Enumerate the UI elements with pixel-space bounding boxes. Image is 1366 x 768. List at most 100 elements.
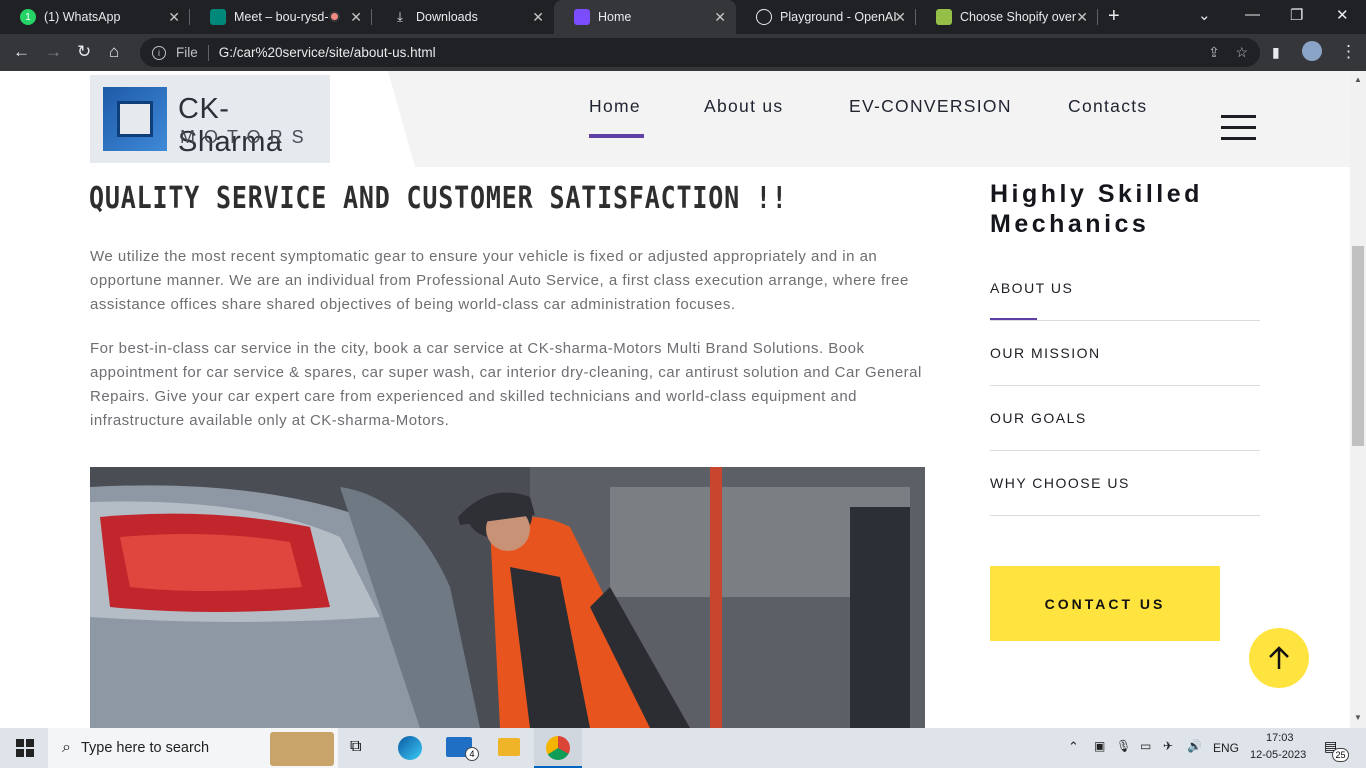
- scroll-to-top-button[interactable]: [1249, 628, 1309, 688]
- sidebar-link-our-goals[interactable]: OUR GOALS: [990, 410, 1087, 426]
- share-icon[interactable]: ⇪: [1208, 44, 1220, 60]
- nav-home[interactable]: Home: [589, 96, 641, 117]
- home-icon[interactable]: ⌂: [109, 42, 119, 62]
- logo-subtitle: MOTORS: [180, 127, 313, 147]
- side-panel-icon[interactable]: ▮: [1272, 44, 1280, 61]
- forward-icon[interactable]: →: [45, 42, 62, 62]
- windows-taskbar: ⌕ Type here to search ⧉ 4 ⌃ ▣ 🎙 ▭ ✈ 🔊 EN…: [0, 728, 1366, 768]
- nav-contacts[interactable]: Contacts: [1068, 96, 1147, 117]
- tab-shopify[interactable]: Choose Shopify over ✕: [916, 0, 1098, 34]
- browser-tab-strip: 1 (1) WhatsApp ✕ Meet – bou-rysd- ✕ ⤓ Do…: [0, 0, 1366, 34]
- menu-kebab-icon[interactable]: ⋮: [1340, 42, 1357, 62]
- close-icon[interactable]: ✕: [350, 9, 362, 26]
- nav-about-us[interactable]: About us: [704, 96, 783, 117]
- hamburger-menu-icon[interactable]: [1221, 115, 1256, 141]
- tab-title: Choose Shopify over: [960, 10, 1077, 24]
- task-view-icon[interactable]: ⧉: [350, 738, 361, 756]
- mail-badge: 4: [465, 747, 479, 761]
- shopify-icon: [936, 9, 952, 25]
- tab-title: (1) WhatsApp: [44, 10, 121, 24]
- page-title: QUALITY SERVICE AND CUSTOMER SATISFACTIO…: [89, 181, 788, 216]
- tab-whatsapp[interactable]: 1 (1) WhatsApp ✕: [0, 0, 190, 34]
- nav-ev-conversion[interactable]: EV-CONVERSION: [849, 96, 1012, 117]
- sidebar-link-why-choose-us[interactable]: WHY CHOOSE US: [990, 475, 1130, 491]
- info-icon[interactable]: i: [152, 45, 166, 60]
- tab-meet[interactable]: Meet – bou-rysd- ✕: [190, 0, 372, 34]
- arrow-up-icon: [1269, 646, 1289, 669]
- close-icon[interactable]: ✕: [168, 9, 180, 26]
- web-page: CK-Sharma MOTORS Home About us EV-CONVER…: [0, 71, 1350, 728]
- mechanic-photo: [90, 467, 925, 728]
- file-explorer-icon[interactable]: [498, 738, 520, 756]
- url-text[interactable]: G:/car%20service/site/about-us.html: [219, 45, 436, 60]
- mechanic-illustration: [90, 467, 925, 728]
- profile-avatar[interactable]: [1302, 41, 1322, 61]
- battery-icon[interactable]: ▭: [1140, 739, 1151, 753]
- close-icon[interactable]: ✕: [714, 9, 726, 26]
- tab-openai[interactable]: Playground - OpenAI ✕: [736, 0, 916, 34]
- language-indicator[interactable]: ENG: [1213, 741, 1239, 755]
- close-icon[interactable]: ✕: [894, 9, 906, 26]
- url-scheme-label: File: [176, 45, 198, 60]
- page-scrollbar[interactable]: ▲ ▼: [1350, 71, 1366, 728]
- meet-icon: [210, 9, 226, 25]
- tab-title: Home: [598, 10, 632, 24]
- scroll-up-arrow-icon[interactable]: ▲: [1354, 75, 1362, 84]
- clock-date[interactable]: 12-05-2023: [1250, 749, 1306, 761]
- reload-icon[interactable]: ↻: [77, 42, 91, 62]
- bookmark-star-icon[interactable]: ☆: [1235, 44, 1248, 60]
- address-bar[interactable]: i File G:/car%20service/site/about-us.ht…: [140, 38, 1260, 67]
- microphone-icon[interactable]: 🎙: [1116, 739, 1131, 753]
- tray-overflow-icon[interactable]: ⌃: [1068, 739, 1079, 755]
- sidebar-link-our-mission[interactable]: OUR MISSION: [990, 345, 1101, 361]
- tab-downloads[interactable]: ⤓ Downloads ✕: [372, 0, 554, 34]
- intro-paragraph: We utilize the most recent symptomatic g…: [90, 248, 909, 313]
- sidebar-title: Highly Skilled Mechanics: [990, 179, 1203, 239]
- scroll-down-arrow-icon[interactable]: ▼: [1354, 713, 1362, 722]
- notification-badge: 25: [1332, 748, 1349, 762]
- service-paragraph: For best-in-class car service in the cit…: [90, 340, 922, 429]
- meet-tray-icon[interactable]: ▣: [1094, 739, 1105, 753]
- tab-title: Playground - OpenAI: [780, 10, 897, 24]
- logo-title: CK-Sharma: [178, 93, 283, 158]
- windows-start-icon[interactable]: [16, 739, 34, 757]
- openai-icon: [756, 9, 772, 25]
- minimize-icon[interactable]: —: [1245, 6, 1260, 23]
- volume-icon[interactable]: 🔊: [1187, 739, 1202, 753]
- sidebar-link-about-us[interactable]: ABOUT US: [990, 280, 1073, 296]
- tab-home[interactable]: Home ✕: [554, 0, 736, 34]
- search-highlight-image: [270, 732, 334, 766]
- tab-search-icon[interactable]: ⌄: [1198, 6, 1211, 24]
- recording-icon: [329, 11, 340, 22]
- site-header: CK-Sharma MOTORS Home About us EV-CONVER…: [0, 71, 1350, 167]
- back-icon[interactable]: ←: [13, 42, 30, 62]
- close-icon[interactable]: ✕: [532, 9, 544, 26]
- restore-icon[interactable]: ❐: [1290, 6, 1303, 24]
- sidebar-title-line2: Mechanics: [990, 210, 1150, 238]
- browser-toolbar: ← → ↻ ⌂ i File G:/car%20service/site/abo…: [0, 34, 1366, 71]
- scrollbar-thumb[interactable]: [1352, 246, 1364, 446]
- close-window-icon[interactable]: ✕: [1336, 6, 1349, 24]
- edge-icon[interactable]: [398, 736, 422, 760]
- download-icon: ⤓: [397, 9, 403, 24]
- sidebar-title-line1: Highly Skilled: [990, 180, 1203, 208]
- chrome-icon: [546, 736, 570, 760]
- airplane-icon[interactable]: ✈: [1163, 739, 1173, 753]
- tab-title: Meet – bou-rysd-: [234, 10, 329, 24]
- taskbar-search-box[interactable]: ⌕ Type here to search: [48, 728, 338, 768]
- site-logo[interactable]: CK-Sharma MOTORS: [90, 75, 330, 163]
- contact-us-button[interactable]: CONTACT US: [990, 566, 1220, 641]
- new-tab-button[interactable]: +: [1108, 5, 1120, 28]
- search-icon: ⌕: [62, 739, 71, 756]
- chrome-taskbar-item[interactable]: [534, 728, 582, 768]
- divider: [990, 320, 1260, 321]
- divider: [990, 515, 1260, 516]
- tab-title: Downloads: [416, 10, 478, 24]
- divider: [990, 385, 1260, 386]
- divider: [990, 450, 1260, 451]
- close-icon[interactable]: ✕: [1076, 9, 1088, 26]
- logo-mark-icon: [103, 87, 167, 151]
- clock-time[interactable]: 17:03: [1266, 732, 1294, 744]
- nav-active-indicator: [589, 134, 644, 138]
- search-placeholder: Type here to search: [80, 740, 210, 756]
